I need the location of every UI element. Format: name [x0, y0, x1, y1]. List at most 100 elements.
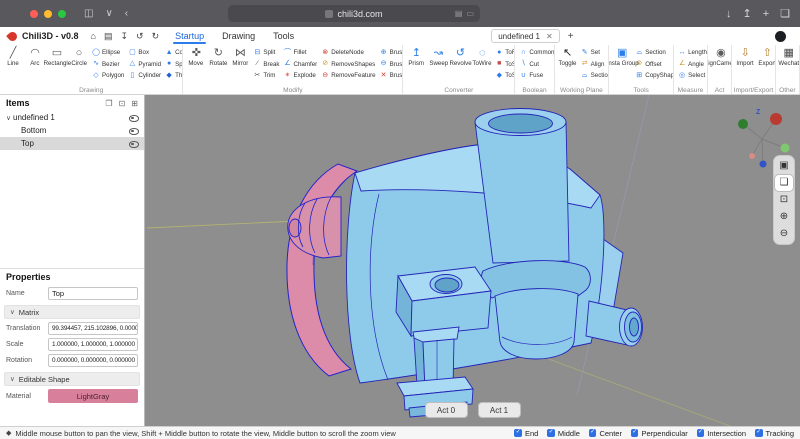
home-icon[interactable]: ⌂: [91, 32, 96, 41]
sidebar-icon[interactable]: ◫: [84, 9, 93, 19]
ribbon-button-angle[interactable]: ∠Angle: [677, 59, 708, 71]
ribbon-button-split[interactable]: ⊟Split: [252, 47, 280, 59]
expand-all-icon[interactable]: ⊞: [131, 99, 138, 108]
ribbon-button-rotate[interactable]: ↻Rotate: [207, 46, 229, 68]
undo-icon[interactable]: ↺: [136, 32, 144, 41]
zoom-fit-button[interactable]: ⊡: [775, 192, 793, 208]
ribbon-button-insta-group[interactable]: ▣Insta Group: [611, 46, 633, 68]
ribbon-button-align[interactable]: ⇄Align: [580, 59, 610, 71]
visibility-eye-icon[interactable]: [128, 113, 138, 122]
ribbon-button-removefeature[interactable]: ⊖RemoveFeature: [320, 70, 376, 82]
ribbon-button-set[interactable]: ✎Set: [580, 47, 610, 59]
ribbon-button-cut[interactable]: ∖Cut: [518, 59, 554, 71]
ribbon-button-copyshape[interactable]: ⊞CopyShape: [634, 70, 674, 82]
ribbon-button-break[interactable]: ∕Break: [252, 59, 280, 71]
snap-perpendicular[interactable]: ✓Perpendicular: [631, 429, 688, 438]
reader-icon[interactable]: ▤: [455, 9, 463, 18]
ribbon-button-bezier[interactable]: ∿Bezier: [91, 59, 125, 71]
ribbon-button-explode[interactable]: ✶Explode: [282, 70, 318, 82]
menu-tab-startup[interactable]: Startup: [173, 29, 206, 43]
chevron-down-icon[interactable]: ∨: [105, 9, 112, 19]
close-document-icon[interactable]: ✕: [546, 32, 553, 41]
ribbon-button-rectangle[interactable]: ▭Rectangle: [46, 46, 68, 68]
visibility-eye-icon[interactable]: [128, 139, 138, 148]
translation-input[interactable]: 99.394457, 215.102896, 0.00000: [48, 322, 138, 335]
tree-item-undefined-1[interactable]: ∨undefined 1: [0, 111, 144, 124]
view-cube-button[interactable]: ▣: [775, 158, 793, 174]
fullscreen-window-button[interactable]: [58, 10, 66, 18]
close-window-button[interactable]: [30, 10, 38, 18]
ribbon-button-thicksolid[interactable]: ◆ThickSolid: [164, 70, 183, 82]
expand-chevron-icon[interactable]: ∨: [4, 114, 13, 122]
minimize-window-button[interactable]: [44, 10, 52, 18]
save-icon[interactable]: ▤: [104, 32, 113, 41]
ribbon-button-chamfer[interactable]: ∠Chamfer: [282, 59, 318, 71]
tree-item-top[interactable]: Top: [0, 137, 144, 150]
ribbon-button-revolve[interactable]: ↺Revolve: [449, 46, 471, 68]
snap-end[interactable]: ✓End: [514, 429, 538, 438]
material-button[interactable]: LightGray: [48, 389, 138, 403]
tree-item-bottom[interactable]: Bottom: [0, 124, 144, 137]
ribbon-button-brushclear[interactable]: ✕BrushClear: [379, 70, 404, 82]
scene-3d[interactable]: Z: [145, 95, 800, 426]
new-folder-icon[interactable]: ❐: [105, 99, 112, 108]
menu-tab-drawing[interactable]: Drawing: [220, 29, 257, 43]
viewport-button-act-0[interactable]: Act 0: [425, 402, 468, 418]
snap-tracking[interactable]: ✓Tracking: [755, 429, 794, 438]
download-icon[interactable]: ↧: [120, 32, 128, 41]
ribbon-button-section[interactable]: ⌓Section: [634, 47, 674, 59]
ribbon-button-select[interactable]: ◎Select: [677, 70, 708, 82]
viewport-button-act-1[interactable]: Act 1: [478, 402, 521, 418]
ribbon-button-move[interactable]: ✜Move: [185, 46, 207, 68]
back-icon[interactable]: ‹: [125, 9, 128, 19]
new-group-icon[interactable]: ⊡: [119, 99, 126, 108]
tab-overview-icon[interactable]: ❏: [780, 7, 790, 20]
ribbon-button-trim[interactable]: ✂Trim: [252, 70, 280, 82]
share-icon[interactable]: ↥: [742, 7, 751, 20]
ribbon-button-common[interactable]: ∩Common: [518, 47, 554, 59]
ribbon-button-length[interactable]: ↔Length: [677, 47, 708, 59]
zoom-out-button[interactable]: ⊖: [775, 226, 793, 242]
address-bar[interactable]: chili3d.com ▤ ▭: [228, 5, 480, 22]
ribbon-button-toshell[interactable]: ■ToShell: [494, 59, 515, 71]
ribbon-button-deletenode[interactable]: ⊗DeleteNode: [320, 47, 376, 59]
ribbon-button-brushremove[interactable]: ⊖BrushRemove: [379, 59, 404, 71]
snap-middle[interactable]: ✓Middle: [547, 429, 580, 438]
ribbon-button-export[interactable]: ⇧Export: [756, 46, 776, 68]
github-icon[interactable]: [775, 31, 786, 42]
display-icon[interactable]: ▭: [466, 9, 474, 18]
ribbon-button-box[interactable]: ▢Box: [127, 47, 162, 59]
ribbon-button-cone[interactable]: ▲Cone: [164, 47, 183, 59]
ribbon-button-circle[interactable]: ○Circle: [68, 46, 90, 68]
ribbon-button-brushadd[interactable]: ⊕BrushAdd: [379, 47, 404, 59]
snap-intersection[interactable]: ✓Intersection: [697, 429, 746, 438]
front-boss[interactable]: [396, 267, 491, 336]
editable-shape-section-header[interactable]: ∨ Editable Shape: [4, 372, 140, 386]
rotation-input[interactable]: 0.000000, 0.000000, 0.000000: [48, 354, 138, 367]
face-select-button[interactable]: ❏: [775, 175, 793, 191]
downloads-icon[interactable]: ↓: [726, 8, 732, 20]
ribbon-button-toface[interactable]: ●ToFace: [494, 47, 515, 59]
outlet-cylinder[interactable]: [586, 301, 643, 346]
scale-input[interactable]: 1.000000, 1.000000, 1.000000: [48, 338, 138, 351]
ribbon-button-tosolid[interactable]: ◆ToSolid: [494, 70, 515, 82]
zoom-in-button[interactable]: ⊕: [775, 209, 793, 225]
name-input[interactable]: Top: [48, 287, 138, 300]
document-tab[interactable]: undefined 1 ✕: [491, 29, 560, 43]
ribbon-button-toggle[interactable]: ↖Toggle: [557, 46, 579, 68]
new-document-button[interactable]: +: [568, 31, 574, 42]
visibility-eye-icon[interactable]: [128, 126, 138, 135]
ribbon-button-sweep[interactable]: ↝Sweep: [427, 46, 449, 68]
new-tab-icon[interactable]: +: [763, 8, 769, 20]
ribbon-button-wechat[interactable]: ▦Wechat: [778, 46, 800, 68]
ribbon-button-cylinder[interactable]: ▯Cylinder: [127, 70, 162, 82]
ribbon-button-fuse[interactable]: ∪Fuse: [518, 70, 554, 82]
ribbon-button-section[interactable]: ⌓Section: [580, 70, 610, 82]
ribbon-button-mirror[interactable]: ⋈Mirror: [229, 46, 251, 68]
ribbon-button-towire[interactable]: ◌ToWire: [471, 46, 493, 68]
ribbon-button-polygon[interactable]: ◇Polygon: [91, 70, 125, 82]
ribbon-button-ellipse[interactable]: ◯Ellipse: [91, 47, 125, 59]
snap-center[interactable]: ✓Center: [589, 429, 622, 438]
matrix-section-header[interactable]: ∨Matrix: [4, 305, 140, 319]
ribbon-button-sphere[interactable]: ●Sphere: [164, 59, 183, 71]
